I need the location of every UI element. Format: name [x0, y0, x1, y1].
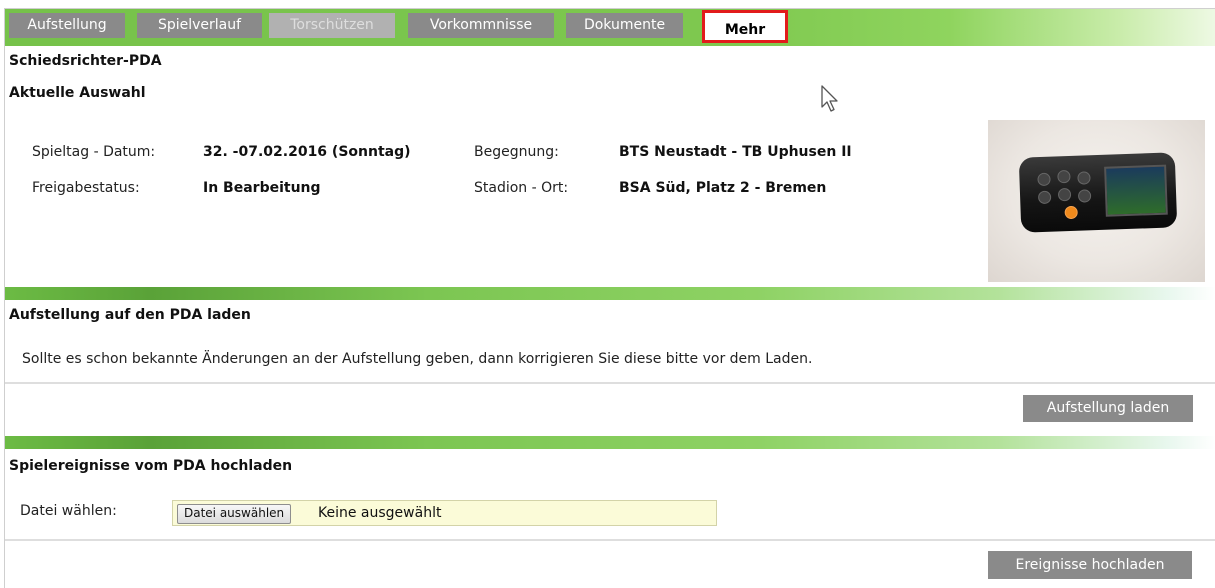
file-status-text: Keine ausgewählt [318, 505, 442, 521]
lineup-section-heading: Aufstellung auf den PDA laden [9, 307, 251, 323]
release-status-value: In Bearbeitung [203, 180, 321, 196]
pda-screen [1104, 164, 1168, 217]
tab-mehr[interactable]: Mehr [702, 10, 788, 43]
tab-aufstellung[interactable]: Aufstellung [9, 13, 125, 38]
venue-label: Stadion - Ort: [474, 180, 569, 196]
tab-torschuetzen: Torschützen [269, 13, 395, 38]
mouse-pointer-icon [821, 85, 838, 112]
upload-section-heading: Spielereignisse vom PDA hochladen [9, 458, 293, 474]
tab-spielverlauf[interactable]: Spielverlauf [137, 13, 262, 38]
page-title: Schiedsrichter-PDA [9, 53, 162, 69]
fixture-label: Begegnung: [474, 144, 559, 160]
section-divider-bar [5, 436, 1215, 449]
tab-vorkommnisse[interactable]: Vorkommnisse [408, 13, 554, 38]
section-divider-bar [5, 287, 1215, 300]
tab-dokumente[interactable]: Dokumente [566, 13, 683, 38]
matchday-value: 32. -07.02.2016 (Sonntag) [203, 144, 411, 160]
main-panel: Aufstellung Spielverlauf Torschützen Vor… [4, 8, 1215, 588]
tab-bar: Aufstellung Spielverlauf Torschützen Vor… [5, 9, 1215, 46]
divider [5, 539, 1215, 541]
current-selection-heading: Aktuelle Auswahl [9, 85, 146, 101]
matchday-label: Spieltag - Datum: [32, 144, 156, 160]
load-lineup-button[interactable]: Aufstellung laden [1023, 395, 1193, 422]
divider [5, 382, 1215, 384]
venue-value: BSA Süd, Platz 2 - Bremen [619, 180, 827, 196]
file-label: Datei wählen: [20, 503, 117, 519]
pda-device-image [988, 120, 1205, 282]
upload-events-button[interactable]: Ereignisse hochladen [988, 551, 1192, 579]
pda-device-body [1018, 152, 1178, 233]
lineup-section-text: Sollte es schon bekannte Änderungen an d… [22, 351, 813, 367]
file-input[interactable]: Datei auswählen Keine ausgewählt [172, 500, 717, 526]
fixture-value: BTS Neustadt - TB Uphusen II [619, 144, 852, 160]
choose-file-button[interactable]: Datei auswählen [177, 504, 292, 524]
pda-keypad [1033, 169, 1097, 220]
release-status-label: Freigabestatus: [32, 180, 140, 196]
